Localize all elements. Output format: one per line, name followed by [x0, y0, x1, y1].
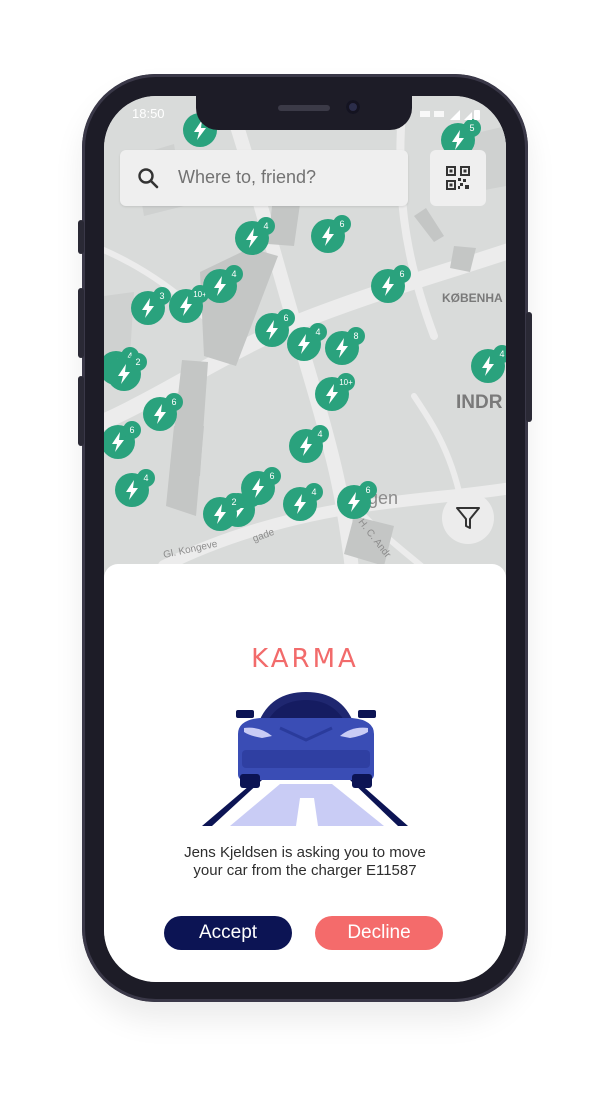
charger-count: 2 [231, 497, 236, 507]
charger-count: 8 [353, 331, 358, 341]
phone-screen: Gl. Kongeve gade H. C. Andr gen KØBENHA … [104, 96, 506, 982]
status-time: 18:50 [132, 106, 165, 121]
status-icons [420, 110, 480, 120]
karma-logo-text: KARMA [251, 644, 359, 674]
charger-count: 10+ [339, 378, 353, 387]
charger-count: 6 [129, 425, 134, 435]
charger-count: 4 [317, 429, 322, 439]
phone-side-button-volume-up [78, 288, 84, 358]
search-bar[interactable]: Where to, friend? [120, 150, 408, 206]
phone-side-button-volume-down [78, 376, 84, 446]
phone-side-button-power [526, 312, 532, 422]
charger-count: 4 [231, 269, 236, 279]
district-label: KØBENHA [442, 291, 503, 305]
phone-notch [196, 96, 412, 130]
charger-count: 4 [143, 473, 148, 483]
karma-request-sheet: KARMA Jens Kjeldsen is asking you to mov… [104, 564, 506, 982]
request-message-line: Jens Kjeldsen is asking you to move [184, 844, 426, 861]
filter-button[interactable] [442, 492, 494, 544]
charger-count: 4 [315, 327, 320, 337]
filter-icon [456, 507, 480, 529]
phone-side-button-silent [78, 220, 84, 254]
charger-count: 5 [469, 123, 474, 133]
request-message-line: your car from the charger E11587 [193, 862, 417, 879]
map-view[interactable]: Gl. Kongeve gade H. C. Andr gen KØBENHA … [104, 96, 506, 593]
qr-scan-button[interactable] [430, 150, 486, 206]
search-icon [138, 168, 159, 189]
search-input[interactable]: Where to, friend? [178, 167, 316, 188]
front-camera [346, 100, 360, 114]
charger-count: 6 [269, 471, 274, 481]
charger-count: 4 [311, 487, 316, 497]
charger-count: 6 [365, 485, 370, 495]
car-on-road-illustration [202, 692, 408, 826]
charger-count: 6 [399, 269, 404, 279]
decline-button[interactable]: Decline [315, 916, 443, 950]
request-message: Jens Kjeldsen is asking you to move your… [144, 844, 466, 880]
charger-count: 4 [499, 349, 504, 359]
charger-count: 6 [283, 313, 288, 323]
qr-code-icon [446, 166, 470, 190]
charger-count: 2 [135, 357, 140, 367]
charger-count: 4 [263, 221, 268, 231]
accept-button[interactable]: Accept [164, 916, 292, 950]
charger-count: 6 [339, 219, 344, 229]
charger-count: 3 [159, 291, 164, 301]
charger-count: 6 [171, 397, 176, 407]
district-label: INDR [456, 392, 503, 413]
speaker-grille [278, 105, 330, 111]
